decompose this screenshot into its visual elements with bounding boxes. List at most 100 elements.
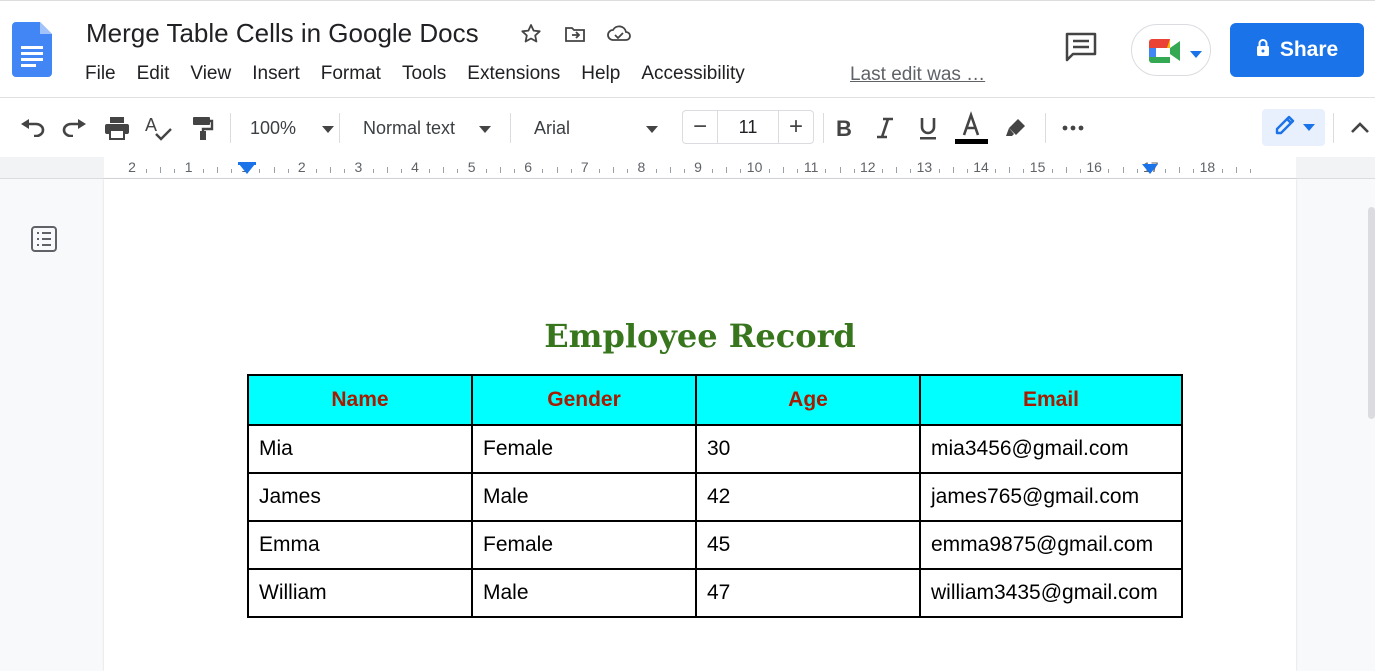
ruler-number: 18 bbox=[1199, 159, 1216, 175]
ruler-tick bbox=[400, 169, 402, 173]
cloud-saved-icon[interactable] bbox=[606, 21, 632, 47]
right-indent-handle[interactable] bbox=[1142, 164, 1158, 174]
header-name[interactable]: Name bbox=[247, 374, 473, 426]
ruler-track[interactable]: 2 1 1 2 3 4 5 6 7 8 9 10 11 12 13 14 15 16 17 18 bbox=[104, 157, 1296, 178]
redo-icon[interactable] bbox=[59, 110, 91, 146]
ruler-tick bbox=[259, 169, 261, 173]
meet-button[interactable] bbox=[1131, 24, 1211, 76]
table-cell[interactable]: Male bbox=[471, 472, 697, 522]
menu-format[interactable]: Format bbox=[321, 63, 381, 85]
italic-icon[interactable] bbox=[871, 110, 899, 146]
table-cell[interactable]: william3435@gmail.com bbox=[919, 568, 1183, 618]
menu-file[interactable]: File bbox=[85, 63, 116, 85]
menu-extensions[interactable]: Extensions bbox=[467, 63, 560, 85]
ruler-tick bbox=[598, 169, 600, 173]
table-cell[interactable]: james765@gmail.com bbox=[919, 472, 1183, 522]
ruler-tick bbox=[1023, 169, 1025, 173]
table-cell[interactable]: 30 bbox=[695, 424, 921, 474]
table-cell[interactable]: emma9875@gmail.com bbox=[919, 520, 1183, 570]
ruler-tick bbox=[669, 167, 671, 173]
table-cell[interactable]: James bbox=[247, 472, 473, 522]
ruler-tick bbox=[683, 169, 685, 173]
outline-icon[interactable] bbox=[30, 225, 58, 258]
ruler-tick bbox=[768, 169, 770, 173]
table-cell[interactable]: 42 bbox=[695, 472, 921, 522]
font-select[interactable]: Arial bbox=[525, 110, 671, 146]
doc-title[interactable]: Merge Table Cells in Google Docs bbox=[86, 18, 479, 49]
table-cell[interactable]: 47 bbox=[695, 568, 921, 618]
ruler-number: 4 bbox=[411, 159, 419, 175]
ruler-tick bbox=[910, 169, 912, 173]
ruler-tick bbox=[782, 167, 784, 173]
left-indent-handle[interactable] bbox=[239, 164, 255, 174]
menu-edit[interactable]: Edit bbox=[137, 63, 170, 85]
ruler-tick bbox=[386, 167, 388, 173]
ruler-tick bbox=[839, 167, 841, 173]
chevron-down-icon bbox=[1302, 119, 1315, 137]
table-cell[interactable]: mia3456@gmail.com bbox=[919, 424, 1183, 474]
toolbar: A 100% Normal text Arial − 11 + B bbox=[0, 97, 1375, 157]
top-bar: Merge Table Cells in Google Docs File Ed… bbox=[0, 0, 1375, 97]
spellcheck-icon[interactable]: A bbox=[143, 110, 175, 146]
ruler-number: 12 bbox=[860, 159, 876, 175]
text-color-icon[interactable] bbox=[954, 110, 988, 146]
increase-font-size-button[interactable]: + bbox=[779, 111, 813, 143]
star-icon[interactable] bbox=[518, 21, 544, 47]
more-icon[interactable] bbox=[1058, 110, 1088, 146]
ruler-tick bbox=[485, 169, 487, 173]
ruler-tick bbox=[853, 169, 855, 173]
table-cell[interactable]: Mia bbox=[247, 424, 473, 474]
menu-help[interactable]: Help bbox=[581, 63, 620, 85]
menu-tools[interactable]: Tools bbox=[402, 63, 446, 85]
document-heading[interactable]: Employee Record bbox=[104, 317, 1296, 355]
underline-icon[interactable] bbox=[914, 110, 942, 146]
ruler-tick bbox=[146, 169, 148, 173]
ruler-tick bbox=[1051, 169, 1053, 173]
header-email[interactable]: Email bbox=[919, 374, 1183, 426]
document-page[interactable]: Employee Record Name Gender Age Email Mi… bbox=[104, 179, 1296, 671]
vertical-scrollbar[interactable] bbox=[1368, 207, 1375, 419]
horizontal-ruler: 2 1 1 2 3 4 5 6 7 8 9 10 11 12 13 14 15 16 17 18 bbox=[0, 157, 1375, 179]
paint-format-icon[interactable] bbox=[186, 110, 218, 146]
chevron-down-icon bbox=[479, 118, 492, 139]
print-icon[interactable] bbox=[101, 110, 133, 146]
decrease-font-size-button[interactable]: − bbox=[683, 111, 717, 143]
undo-icon[interactable] bbox=[16, 110, 48, 146]
ruler-tick bbox=[344, 169, 346, 173]
table-cell[interactable]: 45 bbox=[695, 520, 921, 570]
table-cell[interactable]: William bbox=[247, 568, 473, 618]
table-cell[interactable]: Female bbox=[471, 520, 697, 570]
ruler-tick bbox=[1065, 167, 1067, 173]
ruler-number: 9 bbox=[694, 159, 702, 175]
share-label: Share bbox=[1279, 38, 1339, 61]
table-cell[interactable]: Male bbox=[471, 568, 697, 618]
last-edit-link[interactable]: Last edit was … bbox=[850, 64, 985, 86]
ruler-number: 5 bbox=[467, 159, 476, 175]
ruler-tick bbox=[952, 167, 954, 173]
highlight-icon[interactable] bbox=[1001, 110, 1031, 146]
font-size-input[interactable]: 11 bbox=[717, 111, 779, 143]
table-cell[interactable]: Emma bbox=[247, 520, 473, 570]
header-gender[interactable]: Gender bbox=[471, 374, 697, 426]
style-select[interactable]: Normal text bbox=[356, 110, 502, 146]
editing-mode-button[interactable] bbox=[1262, 109, 1325, 146]
table-row: Emma Female 45 emma9875@gmail.com bbox=[247, 520, 1183, 570]
collapse-icon[interactable] bbox=[1347, 110, 1373, 146]
employee-table[interactable]: Name Gender Age Email Mia Female 30 mia3… bbox=[247, 374, 1183, 618]
header-age[interactable]: Age bbox=[695, 374, 921, 426]
share-button[interactable]: Share bbox=[1230, 23, 1364, 77]
ruler-tick bbox=[330, 167, 332, 173]
docs-logo-icon[interactable] bbox=[12, 22, 52, 77]
menu-accessibility[interactable]: Accessibility bbox=[641, 63, 744, 85]
ruler-tick bbox=[881, 169, 883, 173]
comment-icon[interactable] bbox=[1064, 31, 1098, 68]
menu-view[interactable]: View bbox=[190, 63, 231, 85]
menu-insert[interactable]: Insert bbox=[252, 63, 300, 85]
move-folder-icon[interactable] bbox=[562, 21, 588, 47]
ruler-tick bbox=[287, 169, 289, 173]
bold-icon[interactable]: B bbox=[830, 110, 858, 146]
ruler-number: 6 bbox=[524, 159, 533, 175]
ruler-tick bbox=[1179, 167, 1181, 173]
zoom-select[interactable]: 100% bbox=[244, 110, 336, 146]
table-cell[interactable]: Female bbox=[471, 424, 697, 474]
